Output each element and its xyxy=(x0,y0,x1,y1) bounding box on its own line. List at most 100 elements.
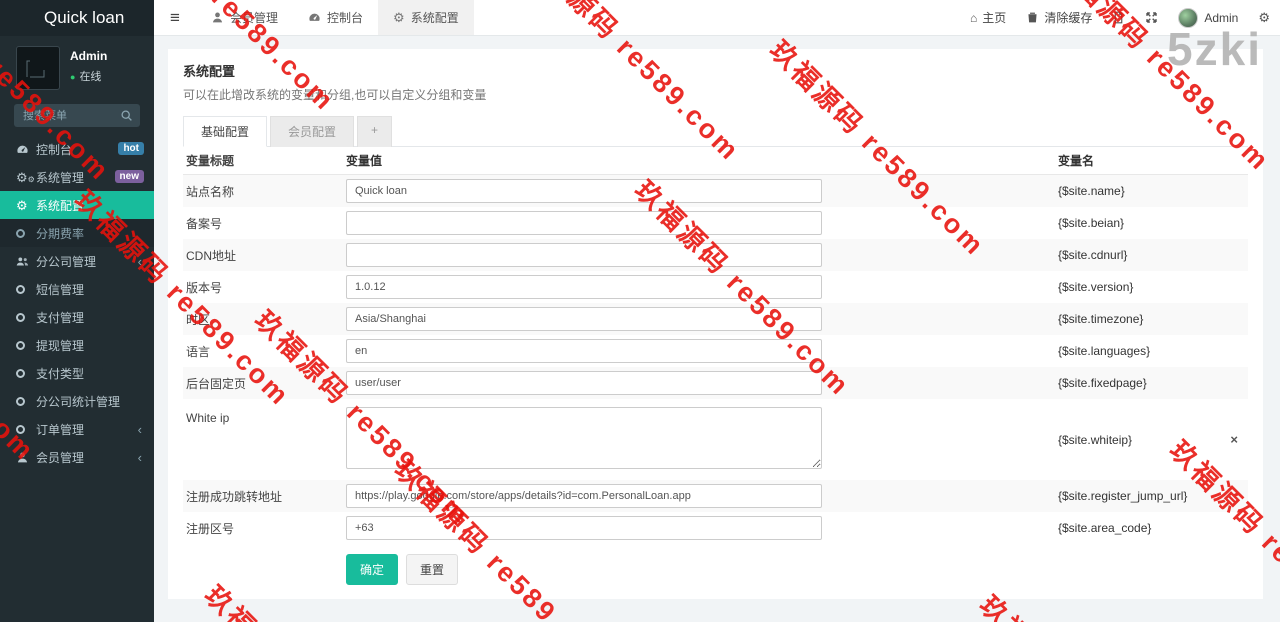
sidebar-item-installment-rate[interactable]: 分期费率 xyxy=(0,219,154,247)
sidebar-item-order[interactable]: 订单管理 ‹ xyxy=(0,415,154,443)
nav-tab-dashboard[interactable]: 控制台 xyxy=(293,0,378,35)
dashboard-icon xyxy=(308,11,321,24)
chevron-left-icon: ‹ xyxy=(138,254,142,269)
app-logo[interactable]: Quick loan xyxy=(0,0,154,36)
user-icon xyxy=(211,11,224,24)
sidebar-item-branch[interactable]: 分公司管理 ‹ xyxy=(0,247,154,275)
row-value xyxy=(346,371,1058,395)
row-title: 变量标题 xyxy=(183,152,346,169)
navbar-tabs: 会员管理 控制台 ⚙ 系统配置 xyxy=(196,0,474,35)
config-panel: 系统配置 可以在此增改系统的变量和分组,也可以自定义分组和变量 基础配置会员配置… xyxy=(168,49,1263,599)
nav-tab-member[interactable]: 会员管理 xyxy=(196,0,293,35)
row-value xyxy=(346,307,1058,331)
user-icon xyxy=(16,451,36,464)
row-var: 变量名 xyxy=(1058,152,1248,169)
main-content: 系统配置 可以在此增改系统的变量和分组,也可以自定义分组和变量 基础配置会员配置… xyxy=(154,36,1280,622)
sidebar-search xyxy=(14,104,140,127)
home-icon: ⌂ xyxy=(970,11,977,25)
row-title: 注册区号 xyxy=(183,520,346,537)
row-title: CDN地址 xyxy=(183,247,346,264)
config-tab-add[interactable]: + xyxy=(357,116,392,147)
sidebar-item-branch-stats[interactable]: 分公司统计管理 xyxy=(0,387,154,415)
config-tab-member[interactable]: 会员配置 xyxy=(270,116,354,147)
file-icon xyxy=(1112,11,1125,24)
sidebar: Quick loan Admin ●在线 控制台 hot ⚙⚙ 系统管理 new… xyxy=(0,0,154,622)
circle-icon xyxy=(16,369,36,378)
config-field-9[interactable] xyxy=(346,516,822,540)
config-field-7[interactable] xyxy=(346,407,822,469)
trash-icon xyxy=(1026,11,1039,24)
gear-icon: ⚙ xyxy=(16,199,36,212)
users-icon xyxy=(16,255,36,268)
table-row: 后台固定页 {$site.fixedpage} xyxy=(183,367,1248,399)
row-var: {$site.register_jump_url} xyxy=(1058,489,1248,503)
row-title: 注册成功跳转地址 xyxy=(183,488,346,505)
row-title: 版本号 xyxy=(183,279,346,296)
sidebar-item-payment-type[interactable]: 支付类型 xyxy=(0,359,154,387)
config-field-6[interactable] xyxy=(346,371,822,395)
row-var: {$site.cdnurl} xyxy=(1058,248,1248,262)
row-value: 变量值 xyxy=(346,152,1058,169)
user-name: Admin xyxy=(70,49,107,63)
form-actions: 确定 重置 xyxy=(183,554,1248,585)
config-field-2[interactable] xyxy=(346,243,822,267)
table-row: 注册区号 {$site.area_code} xyxy=(183,512,1248,544)
avatar xyxy=(16,46,60,90)
row-var: {$site.area_code} xyxy=(1058,521,1248,535)
config-field-5[interactable] xyxy=(346,339,822,363)
table-row: White ip {$site.whiteip}× xyxy=(183,399,1248,480)
sidebar-item-system-admin[interactable]: ⚙⚙ 系统管理 new xyxy=(0,163,154,191)
table-row: 注册成功跳转地址 {$site.register_jump_url} xyxy=(183,480,1248,512)
app-logo-text: Quick loan xyxy=(44,8,124,27)
config-field-8[interactable] xyxy=(346,484,822,508)
sidebar-item-withdraw[interactable]: 提现管理 xyxy=(0,331,154,359)
sidebar-item-payment[interactable]: 支付管理 xyxy=(0,303,154,331)
config-field-4[interactable] xyxy=(346,307,822,331)
check-update-button[interactable] xyxy=(1102,0,1135,35)
row-value xyxy=(346,243,1058,267)
config-table: 变量标题 变量值 变量名 站点名称 {$site.name} 备案号 {$sit… xyxy=(183,147,1248,544)
reset-button[interactable]: 重置 xyxy=(406,554,458,585)
row-value xyxy=(346,399,1058,480)
row-var: {$site.fixedpage} xyxy=(1058,376,1248,390)
sidebar-item-member[interactable]: 会员管理 ‹ xyxy=(0,443,154,471)
fullscreen-button[interactable] xyxy=(1135,0,1168,35)
nav-tab-system-config[interactable]: ⚙ 系统配置 xyxy=(378,0,474,35)
table-row: 备案号 {$site.beian} xyxy=(183,207,1248,239)
clear-cache-link[interactable]: 清除缓存 xyxy=(1016,0,1102,35)
row-var: {$site.beian} xyxy=(1058,216,1248,230)
gear-icon: ⚙ xyxy=(393,11,405,24)
submit-button[interactable]: 确定 xyxy=(346,554,398,585)
badge-hot: hot xyxy=(118,142,144,155)
sidebar-item-dashboard[interactable]: 控制台 hot xyxy=(0,135,154,163)
config-tab-basic[interactable]: 基础配置 xyxy=(183,116,267,147)
row-title: 后台固定页 xyxy=(183,375,346,392)
row-title: 备案号 xyxy=(183,215,346,232)
site-code-watermark: 5zki xyxy=(1167,22,1262,76)
row-title: 时区 xyxy=(183,311,346,328)
config-field-1[interactable] xyxy=(346,211,822,235)
home-link[interactable]: ⌂ 主页 xyxy=(960,0,1016,35)
row-value xyxy=(346,179,1058,203)
sidebar-item-system-config[interactable]: ⚙ 系统配置 xyxy=(0,191,154,219)
chevron-left-icon: ‹ xyxy=(138,450,142,465)
top-navbar: ≡ 会员管理 控制台 ⚙ 系统配置 ⌂ 主页 清除缓存 xyxy=(154,0,1280,36)
config-field-0[interactable] xyxy=(346,179,822,203)
table-row: 站点名称 {$site.name} xyxy=(183,175,1248,207)
page-subtitle: 可以在此增改系统的变量和分组,也可以自定义分组和变量 xyxy=(183,86,1248,103)
fullscreen-icon xyxy=(1145,11,1158,24)
circle-icon xyxy=(16,285,36,294)
sidebar-toggle-icon[interactable]: ≡ xyxy=(154,0,196,35)
row-var: {$site.timezone} xyxy=(1058,312,1248,326)
row-value xyxy=(346,339,1058,363)
row-var: {$site.version} xyxy=(1058,280,1248,294)
row-value xyxy=(346,516,1058,540)
delete-config-icon[interactable]: × xyxy=(1230,432,1238,447)
user-status: ●在线 xyxy=(70,68,107,84)
sidebar-menu: 控制台 hot ⚙⚙ 系统管理 new ⚙ 系统配置 分期费率 分公司管理 ‹ … xyxy=(0,135,154,471)
config-field-3[interactable] xyxy=(346,275,822,299)
sidebar-item-sms[interactable]: 短信管理 xyxy=(0,275,154,303)
circle-icon xyxy=(16,397,36,406)
badge-new: new xyxy=(115,170,144,183)
row-title: 语言 xyxy=(183,343,346,360)
